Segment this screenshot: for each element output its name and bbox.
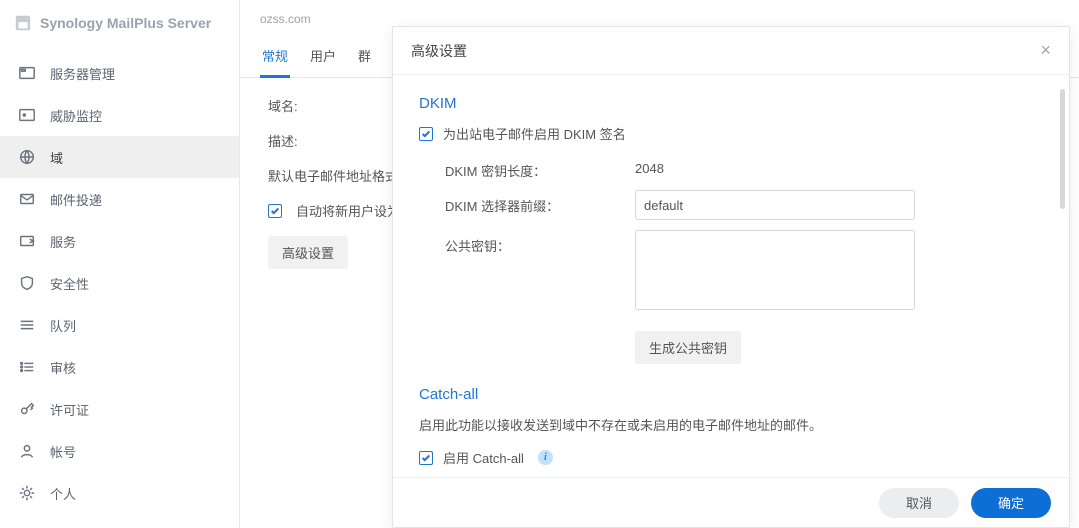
dkim-selector-label: DKIM 选择器前缀： — [445, 190, 635, 215]
server-icon — [18, 64, 36, 82]
section-catchall-title: Catch-all — [419, 386, 1043, 403]
advanced-settings-button[interactable]: 高级设置 — [268, 236, 348, 269]
modal-title: 高级设置 — [411, 41, 467, 61]
sidebar-item-label: 审核 — [50, 358, 76, 377]
sidebar-item-label: 安全性 — [50, 274, 89, 293]
gear-icon — [18, 484, 36, 502]
catchall-enable-label: 启用 Catch-all — [443, 448, 524, 467]
dkim-enable-label: 为出站电子邮件启用 DKIM 签名 — [443, 124, 626, 143]
sidebar-item-server-mgmt[interactable]: 服务器管理 — [0, 52, 239, 94]
sidebar-item-security[interactable]: 安全性 — [0, 262, 239, 304]
sidebar: Synology MailPlus Server 服务器管理 威胁监控 域 邮件… — [0, 0, 240, 528]
sidebar-item-label: 邮件投递 — [50, 190, 102, 209]
info-icon[interactable]: i — [538, 450, 553, 465]
queue-icon — [18, 316, 36, 334]
sidebar-item-domain[interactable]: 域 — [0, 136, 239, 178]
logo-icon — [14, 14, 32, 32]
checkbox-dkim-enable[interactable] — [419, 127, 433, 141]
sidebar-item-audit[interactable]: 审核 — [0, 346, 239, 388]
sidebar-item-label: 服务 — [50, 232, 76, 251]
tab-group[interactable]: 群 — [356, 36, 373, 77]
dkim-enable-row: 为出站电子邮件启用 DKIM 签名 — [419, 124, 1043, 143]
sidebar-item-label: 帐号 — [50, 442, 76, 461]
section-dkim-title: DKIM — [419, 95, 1043, 112]
main-area: ozss.com 常规 用户 群 域名: 描述: 默认电子邮件地址格式: 自动将… — [240, 0, 1079, 528]
sidebar-item-label: 域 — [50, 148, 63, 167]
user-icon — [18, 442, 36, 460]
shield-icon — [18, 274, 36, 292]
key-icon — [18, 400, 36, 418]
sidebar-items: 服务器管理 威胁监控 域 邮件投递 服务 安全性 — [0, 48, 239, 514]
app-root: Synology MailPlus Server 服务器管理 威胁监控 域 邮件… — [0, 0, 1079, 528]
globe-icon — [18, 148, 36, 166]
ok-button[interactable]: 确定 — [971, 488, 1051, 518]
dkim-selector-input[interactable] — [635, 190, 915, 220]
app-title: Synology MailPlus Server — [40, 15, 211, 31]
threat-icon — [18, 106, 36, 124]
dkim-pubkey-textarea[interactable] — [635, 230, 915, 310]
list-icon — [18, 358, 36, 376]
sidebar-item-queue[interactable]: 队列 — [0, 304, 239, 346]
close-icon[interactable]: × — [1040, 40, 1051, 61]
catchall-desc: 启用此功能以接收发送到域中不存在或未启用的电子邮件地址的邮件。 — [419, 415, 1043, 434]
dkim-keylen-label: DKIM 密钥长度： — [445, 155, 635, 180]
tab-user[interactable]: 用户 — [308, 36, 338, 77]
app-header: Synology MailPlus Server — [0, 0, 239, 48]
sidebar-item-label: 威胁监控 — [50, 106, 102, 125]
catchall-enable-row: 启用 Catch-all i — [419, 448, 1043, 467]
sidebar-item-label: 许可证 — [50, 400, 89, 419]
dkim-pubkey-label: 公共密钥： — [445, 230, 635, 255]
sidebar-item-label: 个人 — [50, 484, 76, 503]
modal-header: 高级设置 × — [393, 27, 1069, 75]
scrollbar-thumb[interactable] — [1060, 89, 1065, 209]
tab-general[interactable]: 常规 — [260, 36, 290, 78]
sidebar-item-label: 服务器管理 — [50, 64, 115, 83]
sidebar-item-service[interactable]: 服务 — [0, 220, 239, 262]
cancel-button[interactable]: 取消 — [879, 488, 959, 518]
sidebar-item-delivery[interactable]: 邮件投递 — [0, 178, 239, 220]
service-icon — [18, 232, 36, 250]
dkim-fields: DKIM 密钥长度： 2048 DKIM 选择器前缀： 公共密钥： 生成公共密钥 — [419, 155, 1043, 364]
row-dkim-gen: 生成公共密钥 — [445, 323, 1043, 364]
default-alias-label: 默认电子邮件地址格式: — [268, 166, 402, 185]
sidebar-item-account[interactable]: 帐号 — [0, 430, 239, 472]
delivery-icon — [18, 190, 36, 208]
checkbox-auto-new-user[interactable] — [268, 204, 282, 218]
row-dkim-keylen: DKIM 密钥长度： 2048 — [445, 155, 1043, 180]
generate-pubkey-button[interactable]: 生成公共密钥 — [635, 331, 741, 364]
row-dkim-selector: DKIM 选择器前缀： — [445, 190, 1043, 220]
row-dkim-pubkey: 公共密钥： — [445, 230, 1043, 313]
checkbox-catchall-enable[interactable] — [419, 451, 433, 465]
sidebar-item-threat[interactable]: 威胁监控 — [0, 94, 239, 136]
domain-label: 域名: — [268, 96, 298, 115]
dkim-keylen-value: 2048 — [635, 155, 1043, 176]
modal-body: DKIM 为出站电子邮件启用 DKIM 签名 DKIM 密钥长度： 2048 D… — [393, 75, 1069, 477]
desc-label: 描述: — [268, 131, 298, 150]
auto-new-user-label: 自动将新用户设为 — [296, 201, 400, 220]
advanced-settings-modal: 高级设置 × DKIM 为出站电子邮件启用 DKIM 签名 DKIM 密钥长度：… — [392, 26, 1070, 528]
sidebar-item-license[interactable]: 许可证 — [0, 388, 239, 430]
sidebar-item-personal[interactable]: 个人 — [0, 472, 239, 514]
modal-footer: 取消 确定 — [393, 477, 1069, 527]
sidebar-item-label: 队列 — [50, 316, 76, 335]
